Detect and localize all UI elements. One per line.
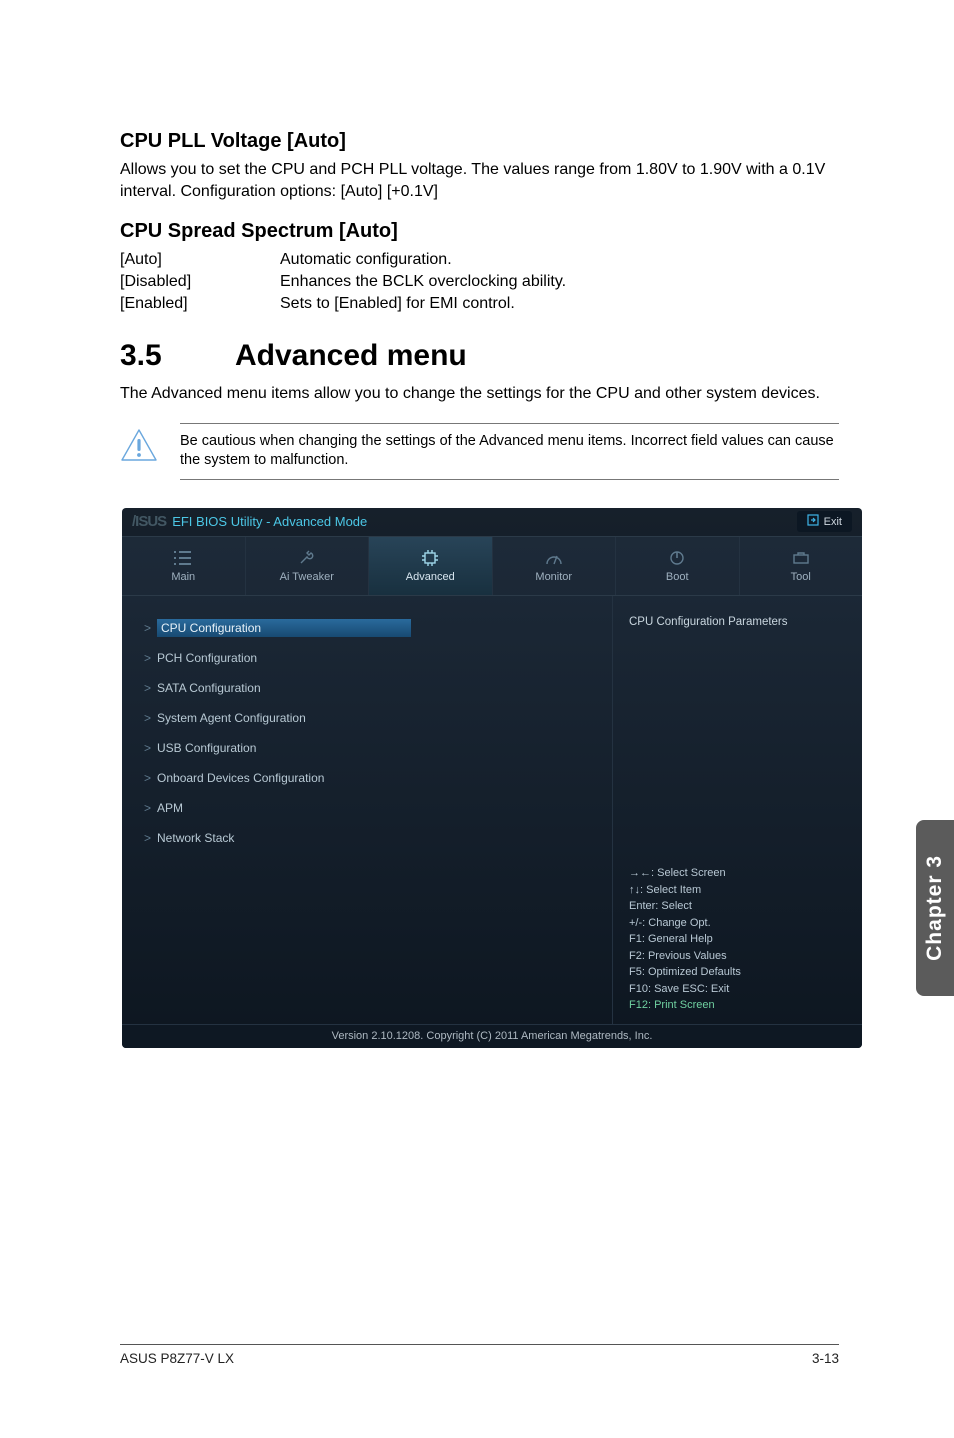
- heading-advanced-menu: 3.5Advanced menu: [120, 339, 839, 373]
- warning-icon: [120, 428, 158, 462]
- menu-label: Onboard Devices Configuration: [157, 771, 324, 785]
- tab-label: Advanced: [406, 571, 455, 583]
- footer-left: ASUS P8Z77-V LX: [120, 1351, 234, 1366]
- table-row: [Enabled]Sets to [Enabled] for EMI contr…: [120, 293, 566, 315]
- opt-key: [Enabled]: [120, 293, 280, 315]
- tab-ai-tweaker[interactable]: Ai Tweaker: [246, 537, 370, 595]
- tab-label: Tool: [791, 571, 811, 583]
- menu-usb-configuration[interactable]: > USB Configuration: [144, 738, 598, 758]
- section-title: Advanced menu: [235, 339, 467, 372]
- chevron-right-icon: >: [144, 741, 151, 755]
- tab-monitor[interactable]: Monitor: [493, 537, 617, 595]
- chevron-right-icon: >: [144, 681, 151, 695]
- text-cpu-pll: Allows you to set the CPU and PCH PLL vo…: [120, 159, 839, 202]
- exit-icon: [807, 514, 819, 529]
- menu-label: Network Stack: [157, 831, 234, 845]
- menu-system-agent-configuration[interactable]: > System Agent Configuration: [144, 708, 598, 728]
- help-title: CPU Configuration Parameters: [629, 616, 846, 628]
- power-icon: [669, 549, 685, 567]
- section-number: 3.5: [120, 339, 235, 373]
- chevron-right-icon: >: [144, 831, 151, 845]
- chapter-tab: Chapter 3: [916, 820, 954, 996]
- bios-screenshot: /ISUS EFI BIOS Utility - Advanced Mode E…: [122, 508, 862, 1048]
- tab-boot[interactable]: Boot: [616, 537, 740, 595]
- wrench-icon: [298, 549, 316, 567]
- table-row: [Auto]Automatic configuration.: [120, 249, 566, 271]
- bios-menu-pane: > CPU Configuration > PCH Configuration > S…: [122, 596, 612, 1024]
- exit-button[interactable]: Exit: [797, 511, 852, 532]
- menu-cpu-configuration[interactable]: > CPU Configuration: [144, 618, 598, 638]
- toolbox-icon: [792, 549, 810, 567]
- menu-label: APM: [157, 801, 183, 815]
- hint-line: F1: General Help: [629, 931, 846, 948]
- menu-label: USB Configuration: [157, 741, 256, 755]
- chevron-right-icon: >: [144, 801, 151, 815]
- menu-label: CPU Configuration: [157, 619, 411, 637]
- opt-val: Automatic configuration.: [280, 249, 566, 271]
- page-footer: ASUS P8Z77-V LX 3-13: [120, 1344, 839, 1366]
- table-row: [Disabled]Enhances the BCLK overclocking…: [120, 271, 566, 293]
- hint-line: Enter: Select: [629, 898, 846, 915]
- hint-line: F12: Print Screen: [629, 997, 846, 1014]
- opt-val: Sets to [Enabled] for EMI control.: [280, 293, 566, 315]
- footer-right: 3-13: [812, 1351, 839, 1366]
- hint-line: →←: Select Screen: [629, 865, 846, 882]
- tab-main[interactable]: Main: [122, 537, 246, 595]
- tab-label: Main: [171, 571, 195, 583]
- key-hints: →←: Select Screen ↑↓: Select Item Enter:…: [629, 865, 846, 1014]
- menu-label: System Agent Configuration: [157, 711, 306, 725]
- tab-advanced[interactable]: Advanced: [369, 537, 493, 595]
- heading-spread: CPU Spread Spectrum [Auto]: [120, 220, 839, 243]
- menu-onboard-devices-configuration[interactable]: > Onboard Devices Configuration: [144, 768, 598, 788]
- opt-val: Enhances the BCLK overclocking ability.: [280, 271, 566, 293]
- bios-footer: Version 2.10.1208. Copyright (C) 2011 Am…: [122, 1024, 862, 1048]
- menu-sata-configuration[interactable]: > SATA Configuration: [144, 678, 598, 698]
- hint-line: F10: Save ESC: Exit: [629, 981, 846, 998]
- bios-brand: /ISUS: [132, 513, 166, 530]
- tab-label: Monitor: [535, 571, 572, 583]
- exit-label: Exit: [824, 516, 842, 528]
- tab-label: Ai Tweaker: [280, 571, 334, 583]
- chevron-right-icon: >: [144, 771, 151, 785]
- menu-label: PCH Configuration: [157, 651, 257, 665]
- hint-line: F2: Previous Values: [629, 948, 846, 965]
- gauge-icon: [545, 549, 563, 567]
- hint-line: +/-: Change Opt.: [629, 915, 846, 932]
- table-spread-options: [Auto]Automatic configuration. [Disabled…: [120, 249, 566, 315]
- chip-icon: [421, 549, 439, 567]
- chevron-right-icon: >: [144, 621, 151, 635]
- bios-topbar: /ISUS EFI BIOS Utility - Advanced Mode E…: [122, 508, 862, 536]
- chapter-tab-label: Chapter 3: [923, 855, 947, 961]
- bios-help-pane: CPU Configuration Parameters →←: Select …: [612, 596, 862, 1024]
- tab-tool[interactable]: Tool: [740, 537, 863, 595]
- caution-note: Be cautious when changing the settings o…: [180, 423, 839, 480]
- menu-label: SATA Configuration: [157, 681, 261, 695]
- text-advanced-desc: The Advanced menu items allow you to cha…: [120, 383, 839, 405]
- menu-apm[interactable]: > APM: [144, 798, 598, 818]
- bios-body: > CPU Configuration > PCH Configuration > S…: [122, 596, 862, 1024]
- hint-line: ↑↓: Select Item: [629, 882, 846, 899]
- opt-key: [Disabled]: [120, 271, 280, 293]
- list-icon: [174, 549, 192, 567]
- bios-tabs: Main Ai Tweaker Advanced Monitor Boot To…: [122, 536, 862, 596]
- caution-text: Be cautious when changing the settings o…: [180, 433, 834, 469]
- opt-key: [Auto]: [120, 249, 280, 271]
- heading-cpu-pll: CPU PLL Voltage [Auto]: [120, 130, 839, 153]
- hint-line: F5: Optimized Defaults: [629, 964, 846, 981]
- menu-network-stack[interactable]: > Network Stack: [144, 828, 598, 848]
- chevron-right-icon: >: [144, 651, 151, 665]
- tab-label: Boot: [666, 571, 689, 583]
- menu-pch-configuration[interactable]: > PCH Configuration: [144, 648, 598, 668]
- bios-title: EFI BIOS Utility - Advanced Mode: [172, 514, 367, 529]
- chevron-right-icon: >: [144, 711, 151, 725]
